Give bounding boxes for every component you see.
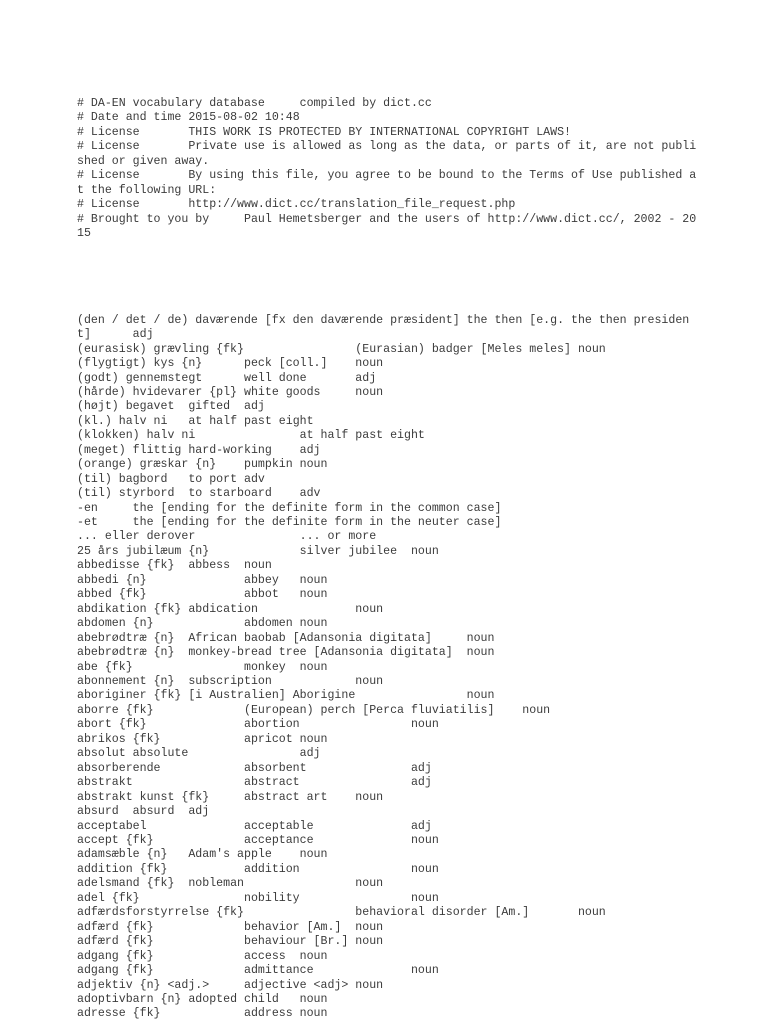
plain-text-document: # DA-EN vocabulary database compiled by … (77, 68, 697, 1036)
file-header-block: # DA-EN vocabulary database compiled by … (77, 96, 697, 240)
vocabulary-entries-block: (den / det / de) daværende [fx den davær… (77, 313, 690, 1021)
blank-line-separator (77, 270, 697, 284)
